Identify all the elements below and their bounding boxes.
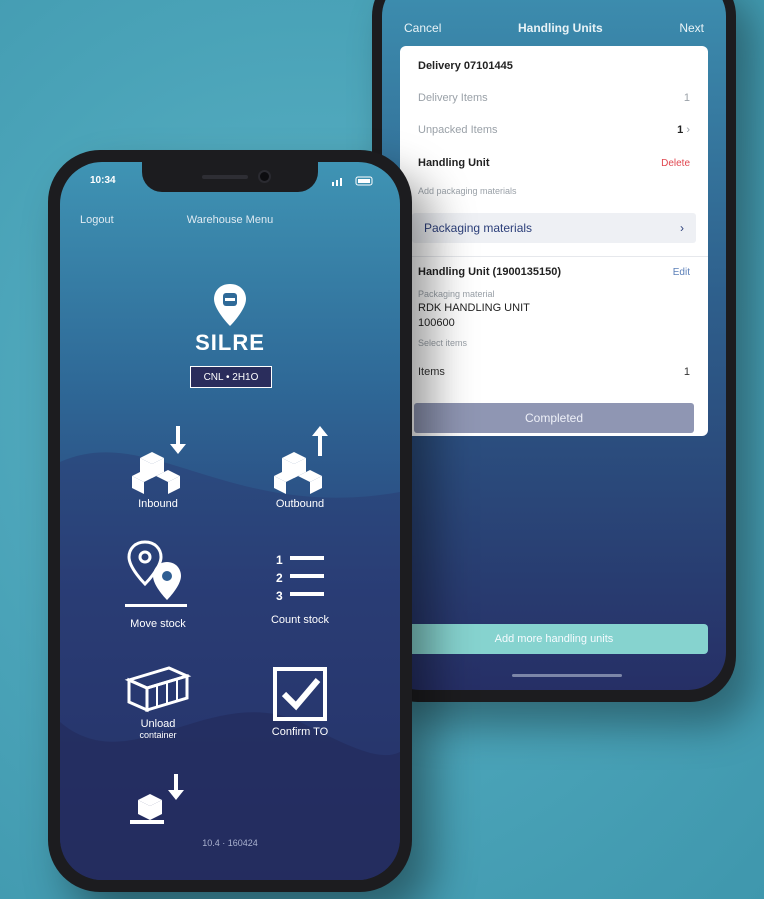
- delivery-items-label: Delivery Items: [418, 92, 488, 104]
- unload-container-tile[interactable]: Unload container: [98, 662, 218, 740]
- signal-wifi-battery-icon: [332, 176, 373, 186]
- items-value: 1: [683, 366, 690, 378]
- logout-button[interactable]: Logout: [80, 214, 114, 226]
- packaging-material-caption: Packaging material: [418, 289, 495, 299]
- status-time: 10:34: [90, 175, 116, 186]
- svg-text:2: 2: [276, 571, 283, 585]
- packaging-material-code: 100600: [418, 317, 455, 329]
- back-phone: Cancel Handling Units Next Delivery 0710…: [372, 0, 736, 702]
- delivery-items-value: 1: [683, 92, 690, 104]
- putaway-tile[interactable]: [98, 772, 218, 834]
- container-icon: [124, 666, 192, 713]
- numbered-list-icon: 1 2 3: [276, 553, 324, 603]
- cancel-button[interactable]: Cancel: [404, 21, 441, 35]
- handling-units-screen: Cancel Handling Units Next Delivery 0710…: [382, 0, 726, 690]
- delivery-items-row: Delivery Items 1: [418, 92, 690, 104]
- inbound-label: Inbound: [138, 498, 178, 510]
- checkbox-checked-icon: [273, 667, 327, 721]
- chevron-right-icon: ›: [686, 124, 690, 136]
- items-row: Items 1: [418, 366, 690, 378]
- packaging-material-code-row: 100600: [418, 317, 690, 329]
- add-more-handling-units-button[interactable]: Add more handling units: [400, 624, 708, 654]
- location-pin-logo-icon: [214, 284, 246, 326]
- unload-label-line1: Unload: [140, 718, 176, 730]
- packaging-material-value-row: RDK HANDLING UNIT: [418, 302, 690, 314]
- confirm-to-tile[interactable]: Confirm TO: [240, 666, 360, 738]
- packaging-material-caption-row: Packaging material: [418, 289, 690, 299]
- app-version: 10.4 · 160424: [202, 838, 258, 848]
- add-packaging-hint: Add packaging materials: [418, 186, 517, 196]
- divider: [400, 256, 708, 257]
- home-indicator[interactable]: [512, 674, 622, 677]
- confirm-to-label: Confirm TO: [271, 726, 329, 738]
- handling-units-nav-bar: Cancel Handling Units Next: [382, 16, 726, 40]
- handling-unit-label: Handling Unit: [418, 157, 490, 169]
- handling-unit-row: Handling Unit Delete: [418, 157, 690, 169]
- unpacked-items-value: 1: [677, 124, 684, 136]
- box-down-arrow-icon: [130, 774, 184, 824]
- outbound-label: Outbound: [275, 498, 325, 510]
- warehouse-nav-bar: Warehouse Menu Logout: [60, 210, 400, 230]
- hu-id-row: Handling Unit (1900135150) Edit: [418, 266, 690, 278]
- items-label: Items: [418, 366, 445, 378]
- select-items-row[interactable]: Select items: [418, 338, 690, 348]
- screen-title: Handling Units: [518, 21, 603, 35]
- unpacked-items-label: Unpacked Items: [418, 124, 498, 136]
- move-stock-tile[interactable]: Move stock: [98, 540, 218, 630]
- delivery-number: Delivery 07101445: [418, 60, 513, 72]
- move-stock-label: Move stock: [130, 618, 186, 630]
- speaker: [202, 175, 248, 179]
- outbound-tile[interactable]: Outbound: [240, 424, 360, 510]
- inbound-boxes-icon: [132, 426, 186, 494]
- delete-button[interactable]: Delete: [661, 158, 690, 169]
- handling-units-card: Delivery 07101445 Delivery Items 1 Unpac…: [400, 46, 708, 436]
- inbound-tile[interactable]: Inbound: [98, 424, 218, 510]
- unload-label-line2: container: [139, 730, 177, 740]
- count-stock-tile[interactable]: 1 2 3 Count stock: [240, 548, 360, 626]
- svg-text:3: 3: [276, 589, 283, 603]
- edit-button[interactable]: Edit: [673, 267, 690, 278]
- svg-text:1: 1: [276, 553, 283, 567]
- warehouse-badge[interactable]: CNL • 2H1O: [190, 366, 272, 388]
- notch: [142, 162, 318, 192]
- packaging-materials-select[interactable]: Packaging materials ›: [412, 213, 696, 243]
- front-phone: 10:34 Warehouse Menu Logout SILRE CNL • …: [48, 150, 412, 892]
- packaging-material-value: RDK HANDLING UNIT: [418, 302, 530, 314]
- add-packaging-hint-row: Add packaging materials: [418, 186, 690, 196]
- unpacked-items-row[interactable]: Unpacked Items 1 ›: [418, 124, 690, 136]
- count-stock-label: Count stock: [270, 614, 330, 626]
- hu-id-label: Handling Unit (1900135150): [418, 266, 562, 278]
- packaging-materials-label: Packaging materials: [424, 221, 533, 235]
- camera: [260, 172, 269, 181]
- select-items-label: Select items: [418, 338, 468, 348]
- chevron-right-icon: ›: [680, 221, 684, 235]
- outbound-boxes-icon: [274, 426, 328, 494]
- warehouse-menu-screen: 10:34 Warehouse Menu Logout SILRE CNL • …: [60, 162, 400, 880]
- unpacked-items-value-wrap: 1 ›: [677, 124, 690, 136]
- delivery-row: Delivery 07101445: [418, 60, 690, 72]
- move-stock-pin-icon: [125, 540, 187, 607]
- completed-button[interactable]: Completed: [414, 403, 694, 433]
- next-button[interactable]: Next: [679, 21, 704, 35]
- brand-name: SILRE: [195, 330, 265, 355]
